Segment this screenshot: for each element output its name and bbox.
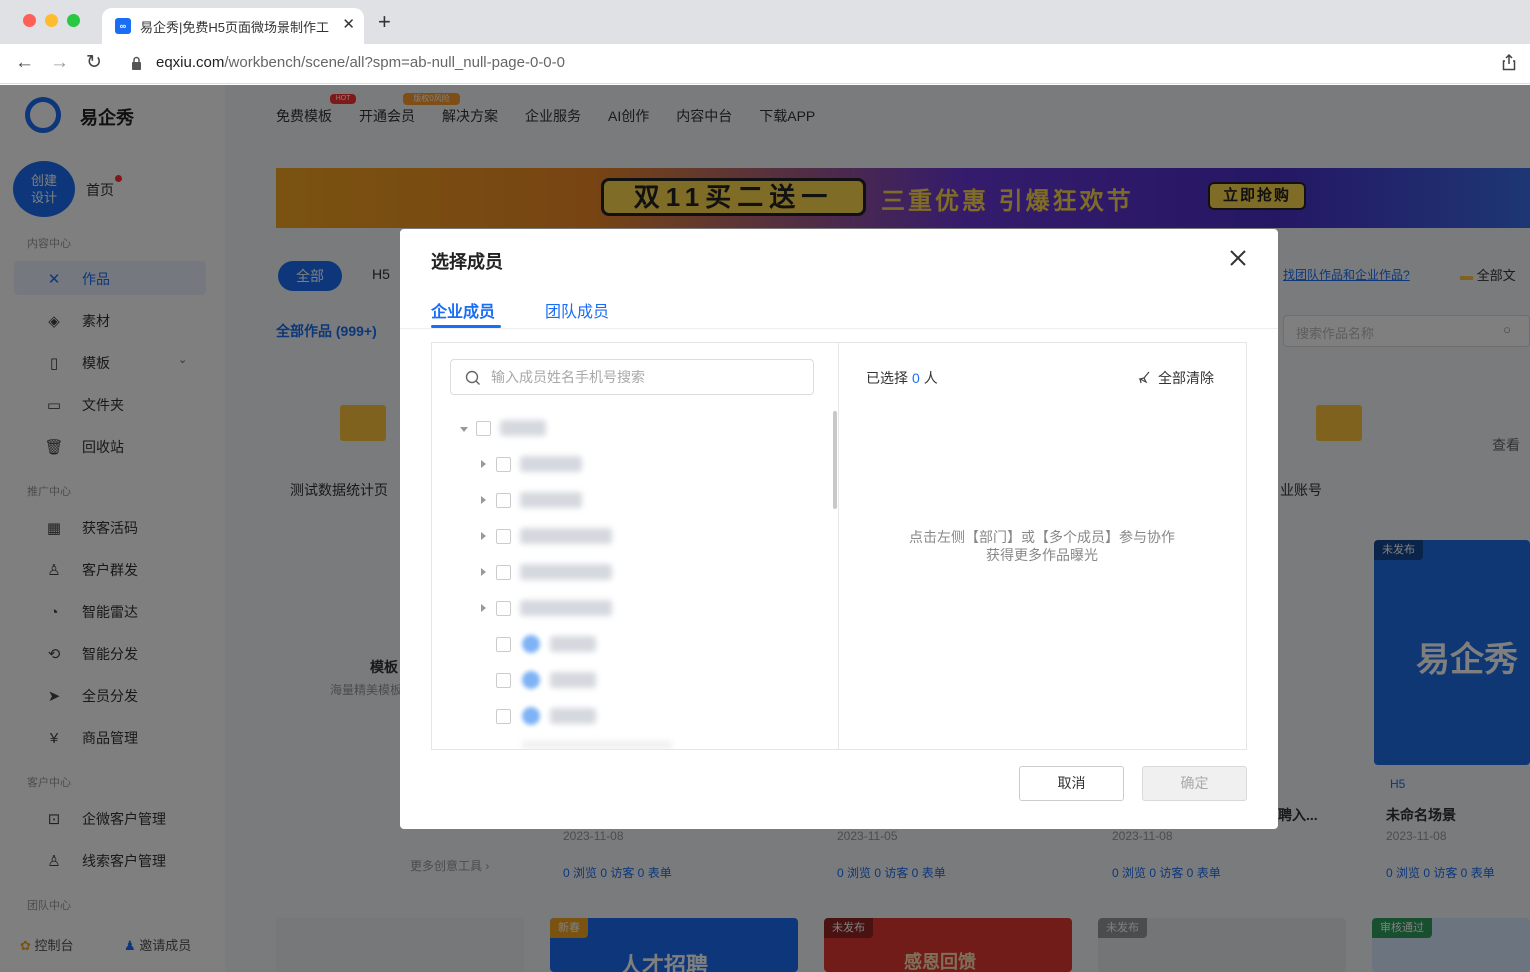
avatar	[522, 671, 540, 689]
caret-right-icon[interactable]	[481, 568, 486, 576]
caret-down-icon[interactable]	[460, 427, 468, 432]
checkbox[interactable]	[496, 673, 511, 688]
caret-right-icon[interactable]	[481, 460, 486, 468]
confirm-button[interactable]: 确定	[1142, 766, 1247, 801]
url-field[interactable]: eqxiu.com/workbench/scene/all?spm=ab-nul…	[156, 54, 565, 71]
member-picker: 已选择0人 全部清除 点击左侧【部门】或【多个成员】参与协作 获得更多作品曝光	[431, 342, 1247, 750]
tab-close-icon[interactable]: ✕	[342, 15, 355, 33]
clear-all-button[interactable]: 全部清除	[1138, 368, 1214, 388]
blurred-name	[520, 564, 612, 580]
checkbox[interactable]	[496, 709, 511, 724]
lock-icon	[132, 56, 141, 70]
search-icon	[465, 370, 480, 385]
checkbox[interactable]	[496, 493, 511, 508]
blurred-name	[520, 456, 582, 472]
list-fade	[522, 741, 672, 749]
checkbox[interactable]	[496, 601, 511, 616]
checkbox[interactable]	[496, 637, 511, 652]
address-bar: ← → ↻ eqxiu.com/workbench/scene/all?spm=…	[0, 44, 1530, 84]
dialog-title: 选择成员	[431, 252, 503, 272]
tree-node-member[interactable]	[432, 635, 832, 655]
avatar	[522, 635, 540, 653]
tab-divider	[400, 328, 1278, 329]
blurred-name	[550, 672, 596, 688]
member-search-field[interactable]	[491, 360, 801, 394]
window-close-button[interactable]	[23, 14, 36, 27]
clear-all-label: 全部清除	[1158, 370, 1214, 386]
caret-right-icon[interactable]	[481, 604, 486, 612]
cancel-button[interactable]: 取消	[1019, 766, 1124, 801]
org-tree-pane	[432, 343, 839, 749]
blurred-name	[550, 636, 596, 652]
tree-node-root[interactable]	[432, 419, 832, 439]
tab-enterprise-members[interactable]: 企业成员	[431, 298, 495, 322]
tree-node-dept[interactable]	[432, 491, 832, 511]
back-icon[interactable]: ←	[15, 52, 34, 74]
selected-suffix: 人	[923, 370, 938, 386]
blurred-name	[500, 420, 546, 436]
tree-scrollbar[interactable]	[833, 411, 837, 509]
blurred-name	[520, 528, 612, 544]
select-members-dialog: 选择成员 企业成员 团队成员 输入成员姓名手机号搜索 已选择 0 人 全部清除 …	[400, 229, 1278, 829]
checkbox[interactable]	[496, 565, 511, 580]
tree-node-dept[interactable]	[432, 527, 832, 547]
tree-node-dept[interactable]	[432, 455, 832, 475]
blurred-name	[520, 492, 582, 508]
share-icon[interactable]	[1502, 54, 1516, 71]
favicon-icon: ∞	[115, 18, 131, 34]
member-search-input[interactable]	[450, 359, 814, 395]
forward-icon[interactable]: →	[50, 52, 69, 74]
selected-count: 0	[912, 370, 920, 386]
tree-node-member[interactable]	[432, 671, 832, 691]
checkbox[interactable]	[476, 421, 491, 436]
browser-tab-strip: ∞ 易企秀|免费H5页面微场景制作工 ✕ +	[0, 0, 1530, 44]
selected-summary: 已选择 0 人	[866, 368, 938, 388]
browser-tab[interactable]: ∞ 易企秀|免费H5页面微场景制作工 ✕	[102, 8, 364, 44]
empty-tip-line: 获得更多作品曝光	[986, 547, 1098, 563]
blurred-name	[550, 708, 596, 724]
new-tab-icon[interactable]: +	[378, 11, 391, 33]
tree-node-member[interactable]	[432, 707, 832, 727]
window-minimize-button[interactable]	[45, 14, 58, 27]
window-zoom-button[interactable]	[67, 14, 80, 27]
broom-icon	[1138, 371, 1150, 384]
tree-node-dept[interactable]	[432, 599, 832, 619]
tab-title: 易企秀|免费H5页面微场景制作工	[140, 20, 329, 35]
empty-tip-line: 点击左侧【部门】或【多个成员】参与协作	[909, 529, 1175, 545]
reload-icon[interactable]: ↻	[86, 52, 102, 74]
avatar	[522, 707, 540, 725]
tree-node-dept[interactable]	[432, 563, 832, 583]
selected-prefix: 已选择	[866, 370, 908, 386]
caret-right-icon[interactable]	[481, 496, 486, 504]
empty-selection-tip: 点击左侧【部门】或【多个成员】参与协作 获得更多作品曝光	[872, 528, 1212, 564]
close-icon[interactable]	[1227, 247, 1249, 269]
checkbox[interactable]	[496, 457, 511, 472]
checkbox[interactable]	[496, 529, 511, 544]
caret-right-icon[interactable]	[481, 532, 486, 540]
blurred-name	[520, 600, 612, 616]
tab-team-members[interactable]: 团队成员	[545, 298, 609, 322]
